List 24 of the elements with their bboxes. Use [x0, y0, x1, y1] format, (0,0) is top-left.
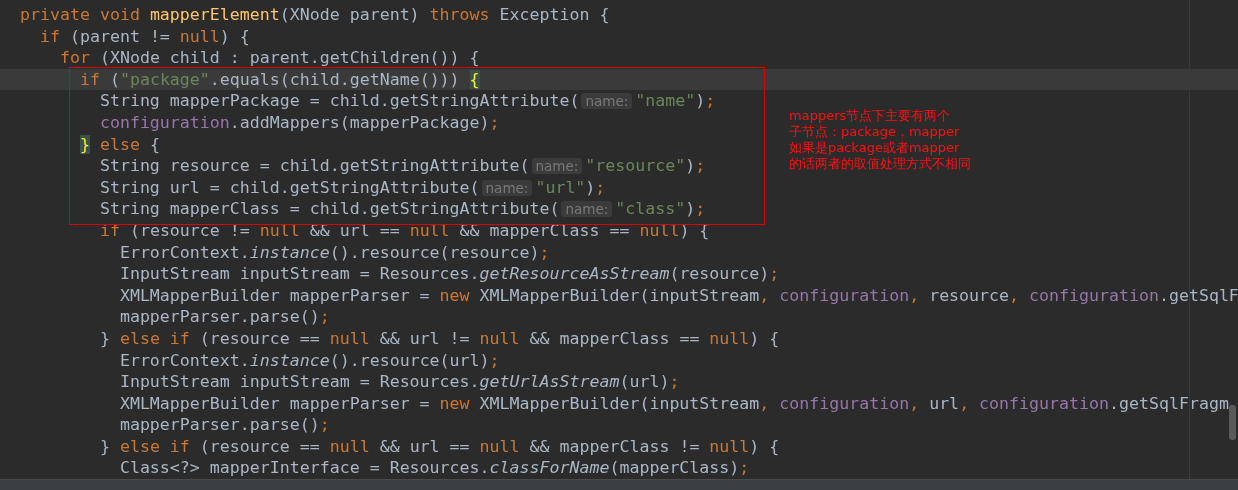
code-line: } else { — [78, 133, 160, 156]
code-line: String url = child.getStringAttribute( name: "url"); — [98, 176, 606, 199]
code-line: } else if (resource == null && url == null && mapperClass != null) { — [98, 435, 780, 458]
annotation-text: 的话两者的取值处理方式不相同 — [789, 156, 971, 172]
code-line: mapperParser.parse(); — [118, 306, 330, 328]
code-line: String resource = child.getStringAttribute( name: "resource"); — [98, 155, 706, 177]
code-line: InputStream inputStream = Resources.getResourceAsStream(resource); — [118, 263, 780, 285]
code-line: String mapperClass = child.getStringAttribute( name: "class"); — [98, 198, 706, 220]
code-line: Class<?> mapperInterface = Resources.classForName(mapperClass); — [118, 457, 750, 479]
annotation-text: mappers节点下主要有两个 — [789, 108, 951, 124]
annotation-text: 子节点：package，mapper — [789, 124, 960, 140]
code-line: XMLMapperBuilder mapperParser = new XMLMapperBuilder(inputStream, configuration, url, configuration.getSqlFragm — [118, 392, 1229, 415]
code-line: if (parent != null) { — [38, 25, 250, 48]
code-line: XMLMapperBuilder mapperParser = new XMLMapperBuilder(inputStream, configuration, resource, configuration.getSqlF — [118, 284, 1238, 307]
code-line: private void mapperElement(XNode parent) throws Exception { — [19, 4, 610, 26]
code-line: for (XNode child : parent.getChildren()) { — [58, 47, 480, 69]
annotation-text: 如果是package或者mapper — [789, 140, 960, 156]
code-line: InputStream inputStream = Resources.getUrlAsStream(url); — [118, 371, 680, 393]
code-line: ErrorContext.instance().resource(url); — [118, 349, 500, 372]
code-line: } else if (resource == null && url != null && mapperClass == null) { — [98, 327, 780, 350]
code-line: configuration.addMappers(mapperPackage); — [98, 111, 500, 134]
code-line: String mapperPackage = child.getStringAttribute( name: "name"); — [98, 90, 716, 112]
code-line: mapperParser.parse(); — [118, 414, 330, 436]
code-line: ErrorContext.instance().resource(resource); — [118, 241, 550, 264]
